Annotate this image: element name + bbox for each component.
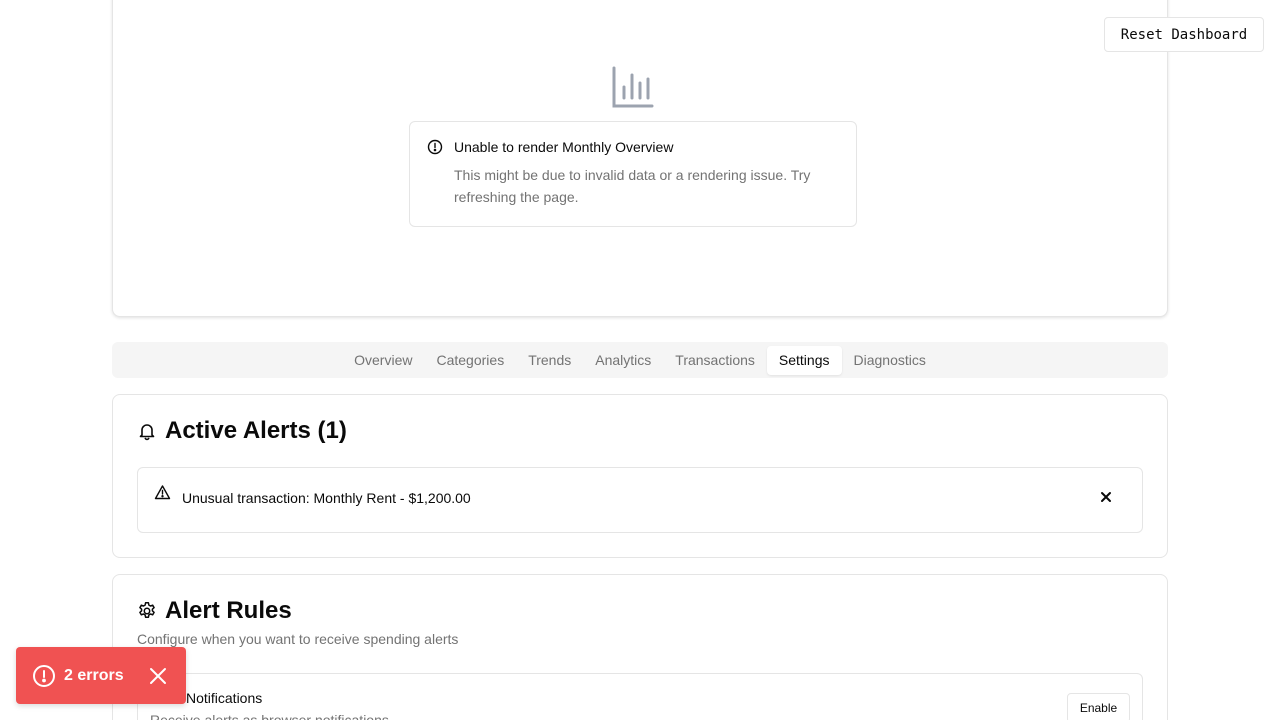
bell-icon xyxy=(139,424,155,441)
tab-categories[interactable]: Categories xyxy=(424,346,516,375)
tab-bar: Overview Categories Trends Analytics Tra… xyxy=(112,342,1168,378)
notifications-title: Notifications xyxy=(186,690,263,706)
notifications-description: Receive alerts as browser notifications xyxy=(150,712,389,720)
chart-error-description: This might be due to invalid data or a r… xyxy=(454,167,811,205)
alert-item: Unusual transaction: Monthly Rent - $1,2… xyxy=(137,467,1143,533)
warning-triangle-icon xyxy=(154,485,171,500)
close-icon[interactable] xyxy=(149,667,167,685)
alert-rules-title: Alert Rules xyxy=(165,597,292,624)
active-alerts-heading: Active Alerts (1) xyxy=(137,417,347,445)
enable-notifications-button[interactable]: Enable xyxy=(1067,693,1130,720)
tab-settings[interactable]: Settings xyxy=(766,345,842,375)
close-icon[interactable] xyxy=(1098,489,1114,505)
alert-circle-icon xyxy=(33,665,55,687)
active-alerts-title: Active Alerts (1) xyxy=(165,417,347,444)
reset-dashboard-button[interactable]: Reset Dashboard xyxy=(1104,17,1264,52)
tab-transactions[interactable]: Transactions xyxy=(663,346,767,375)
bar-chart-icon xyxy=(612,66,654,108)
alert-rules-heading: Alert Rules xyxy=(137,597,292,625)
chart-error-title: Unable to render Monthly Overview xyxy=(454,139,674,155)
alert-rules-subtitle: Configure when you want to receive spend… xyxy=(137,631,459,647)
tab-analytics[interactable]: Analytics xyxy=(583,346,663,375)
error-count: 2 errors xyxy=(64,667,124,684)
alert-rules-card: Alert Rules Configure when you want to r… xyxy=(112,574,1168,720)
tab-trends[interactable]: Trends xyxy=(516,346,583,375)
notifications-row: Notifications Receive alerts as browser … xyxy=(137,673,1143,720)
monthly-overview-card: Unable to render Monthly Overview This m… xyxy=(112,0,1168,317)
alert-text: Unusual transaction: Monthly Rent - $1,2… xyxy=(182,490,471,506)
chart-error-box: Unable to render Monthly Overview This m… xyxy=(409,121,857,227)
active-alerts-card: Active Alerts (1) Unusual transaction: M… xyxy=(112,394,1168,558)
tab-overview[interactable]: Overview xyxy=(342,346,424,375)
gear-icon xyxy=(139,602,155,618)
tab-diagnostics[interactable]: Diagnostics xyxy=(842,346,938,375)
error-toast[interactable]: 2 errors xyxy=(16,647,186,704)
alert-circle-icon xyxy=(427,139,443,155)
